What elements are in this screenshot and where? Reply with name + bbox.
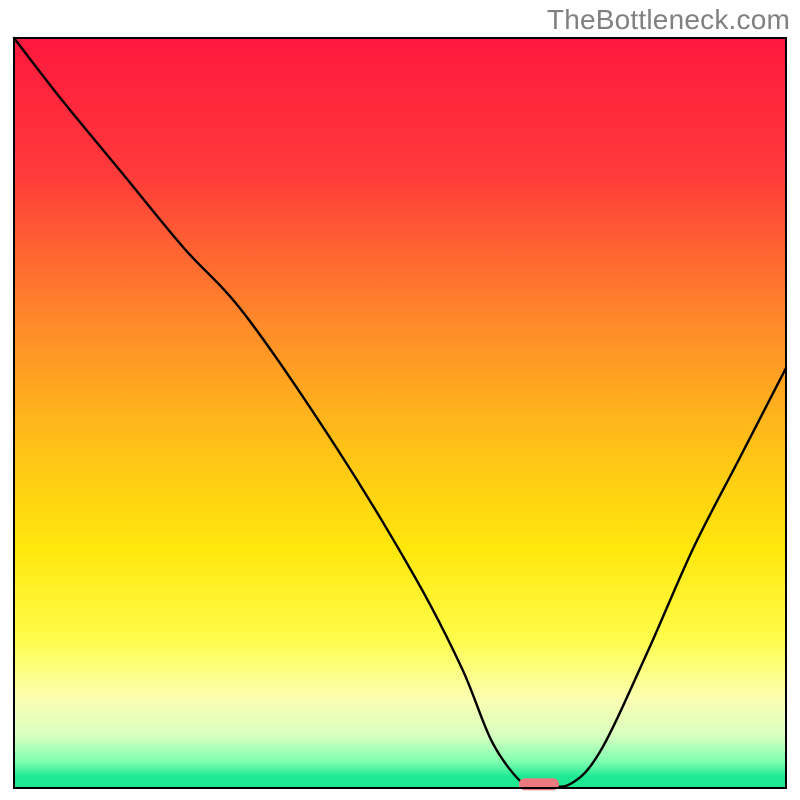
- bottleneck-chart: [0, 0, 800, 800]
- plot-background: [14, 38, 786, 788]
- chart-stage: TheBottleneck.com: [0, 0, 800, 800]
- watermark-text: TheBottleneck.com: [547, 4, 790, 36]
